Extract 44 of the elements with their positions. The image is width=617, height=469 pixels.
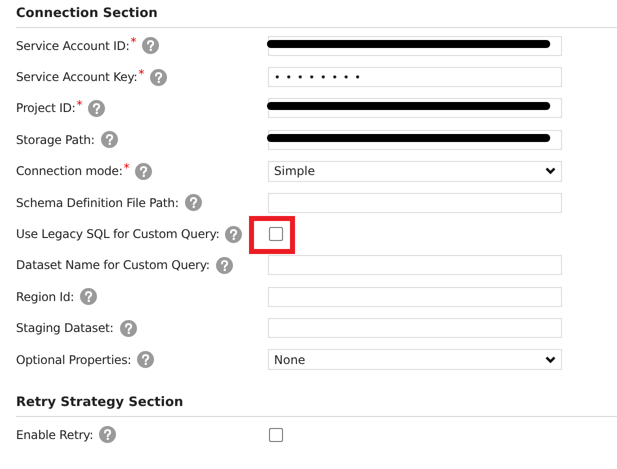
help-icon[interactable] xyxy=(100,131,118,148)
field-label: Optional Properties: xyxy=(16,352,132,367)
required-mark: * xyxy=(138,66,144,81)
help-icon[interactable] xyxy=(88,100,106,117)
input-field[interactable] xyxy=(268,286,562,307)
required-mark: * xyxy=(130,35,136,50)
section-title: Retry Strategy Section xyxy=(16,394,617,418)
help-icon[interactable] xyxy=(216,256,233,274)
input-field[interactable] xyxy=(268,98,562,118)
chevron-down-icon xyxy=(545,356,556,364)
dropdown[interactable]: Simple xyxy=(268,160,562,182)
field-label: Project ID: xyxy=(16,101,76,116)
help-icon[interactable] xyxy=(225,226,242,243)
field-label: Service Account ID: xyxy=(16,38,130,53)
help-icon[interactable] xyxy=(184,194,202,212)
field-label: Schema Definition File Path: xyxy=(16,196,179,210)
checkbox[interactable] xyxy=(269,428,283,442)
input-field[interactable] xyxy=(268,36,562,56)
input-field[interactable] xyxy=(268,255,562,276)
input-field[interactable] xyxy=(268,192,562,213)
section-title: Connection Section xyxy=(16,5,617,28)
help-icon[interactable] xyxy=(137,351,154,368)
dropdown[interactable]: None xyxy=(268,349,562,370)
required-mark: * xyxy=(76,98,82,112)
help-icon[interactable] xyxy=(142,37,160,54)
chevron-down-icon xyxy=(545,167,556,176)
input-field[interactable] xyxy=(268,318,562,338)
checkbox[interactable] xyxy=(269,227,283,242)
field-label: Storage Path: xyxy=(16,132,95,147)
help-icon[interactable] xyxy=(80,288,98,306)
help-icon[interactable] xyxy=(135,162,152,180)
field-label: Dataset Name for Custom Query: xyxy=(16,258,210,272)
field-label: Connection mode: xyxy=(16,164,123,178)
help-icon[interactable] xyxy=(99,426,116,444)
field-label: Staging Dataset: xyxy=(16,321,114,336)
help-icon[interactable] xyxy=(120,320,136,337)
field-label: Region Id: xyxy=(16,290,74,304)
field-label: Service Account Key: xyxy=(16,70,138,84)
password-field[interactable]: •••••••• xyxy=(268,67,562,88)
required-mark: * xyxy=(124,160,130,175)
field-label: Use Legacy SQL for Custom Query: xyxy=(16,227,220,242)
help-icon[interactable] xyxy=(150,68,168,86)
field-label: Enable Retry: xyxy=(16,428,94,442)
input-field[interactable] xyxy=(268,130,562,150)
